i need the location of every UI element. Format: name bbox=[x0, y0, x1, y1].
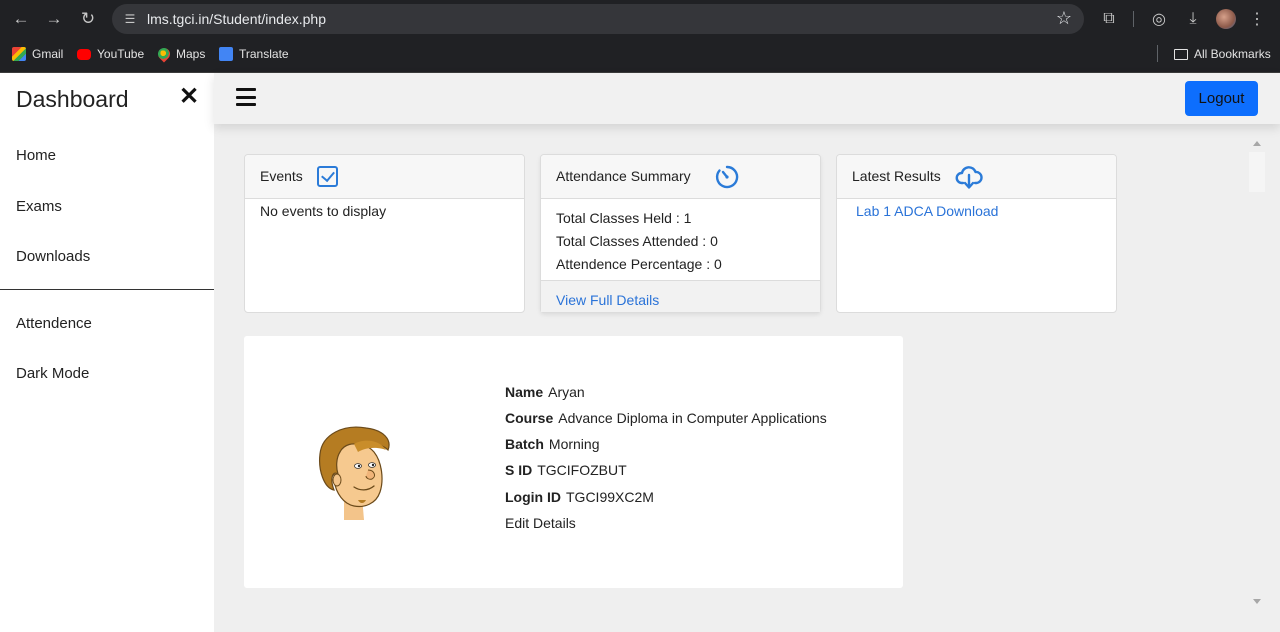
maps-icon bbox=[155, 45, 173, 63]
profile-course-value: Advance Diploma in Computer Applications bbox=[558, 410, 827, 426]
scrollbar-thumb[interactable] bbox=[1249, 152, 1265, 192]
back-icon[interactable]: ← bbox=[9, 7, 33, 31]
close-icon[interactable]: ✕ bbox=[179, 83, 199, 111]
profile-sid-label: S ID bbox=[505, 462, 533, 478]
address-bar[interactable]: ☰ lms.tgci.in/Student/index.php ☆ bbox=[112, 4, 1084, 34]
browser-toolbar: ← → ↻ ☰ lms.tgci.in/Student/index.php ☆ … bbox=[0, 0, 1280, 38]
profile-sid: S ID TGCIFOZBUT bbox=[505, 462, 627, 478]
top-navbar: Logout bbox=[214, 73, 1280, 124]
scroll-up-arrow-icon[interactable] bbox=[1253, 141, 1261, 146]
site-info-icon[interactable]: ☰ bbox=[122, 11, 138, 27]
menu-kebab-icon[interactable]: ⋮ bbox=[1246, 8, 1268, 30]
sidebar-divider bbox=[0, 289, 214, 290]
results-card: Latest Results Lab 1 ADCA Download bbox=[836, 154, 1117, 313]
bookmark-youtube[interactable]: YouTube bbox=[77, 47, 144, 61]
bookmark-label: YouTube bbox=[97, 47, 145, 61]
bookmark-label: Maps bbox=[176, 47, 206, 61]
view-full-details-link[interactable]: View Full Details bbox=[556, 292, 659, 308]
results-title: Latest Results bbox=[852, 168, 941, 184]
sidebar-item-attendence[interactable]: Attendence bbox=[16, 315, 92, 332]
sidebar-item-downloads[interactable]: Downloads bbox=[16, 248, 90, 265]
reload-icon[interactable]: ↻ bbox=[76, 7, 100, 31]
profile-course-label: Course bbox=[505, 410, 554, 426]
checkbox-icon bbox=[317, 166, 338, 187]
profile-card: Name Aryan Course Advance Diploma in Compu… bbox=[244, 336, 903, 588]
bookmark-translate[interactable]: Translate bbox=[219, 47, 289, 61]
gmail-icon bbox=[12, 47, 26, 61]
profile-batch-value: Morning bbox=[548, 436, 600, 452]
forward-icon[interactable]: → bbox=[42, 7, 66, 31]
timer-icon bbox=[715, 165, 739, 189]
sidebar-item-home[interactable]: Home bbox=[16, 147, 56, 164]
bookmark-gmail[interactable]: Gmail bbox=[12, 47, 63, 61]
profile-login-id-label: Login ID bbox=[505, 489, 561, 505]
attendance-classes-attended: Total Classes Attended : 0 bbox=[556, 233, 718, 249]
sidebar-item-exams[interactable]: Exams bbox=[16, 198, 62, 215]
toolbar-divider bbox=[1133, 11, 1134, 27]
events-empty-text: No events to display bbox=[260, 203, 387, 219]
attendance-card-footer: View Full Details bbox=[541, 280, 820, 312]
profile-sid-value: TGCIFOZBUT bbox=[537, 462, 627, 478]
profile-name: Name Aryan bbox=[505, 384, 585, 400]
bookmark-maps[interactable]: Maps bbox=[155, 45, 206, 63]
events-card: Events No events to display bbox=[244, 154, 525, 313]
all-bookmarks-button[interactable]: All Bookmarks bbox=[1174, 47, 1271, 61]
events-card-header: Events bbox=[245, 155, 524, 199]
youtube-icon bbox=[77, 48, 91, 60]
profile-course: Course Advance Diploma in Computer Applic… bbox=[505, 410, 827, 426]
all-bookmarks-label: All Bookmarks bbox=[1194, 47, 1271, 61]
sidebar-item-dark-mode[interactable]: Dark Mode bbox=[16, 365, 89, 382]
folder-icon bbox=[1174, 48, 1188, 60]
profile-batch-label: Batch bbox=[505, 436, 544, 452]
profile-avatar[interactable] bbox=[1216, 9, 1236, 29]
bookmark-star-icon[interactable]: ☆ bbox=[1056, 8, 1072, 29]
bookmark-label: Gmail bbox=[32, 47, 64, 61]
result-download-link[interactable]: Lab 1 ADCA Download bbox=[856, 203, 998, 219]
profile-name-label: Name bbox=[505, 384, 544, 400]
scroll-down-arrow-icon[interactable] bbox=[1253, 599, 1261, 604]
results-card-header: Latest Results bbox=[837, 155, 1116, 199]
profile-name-value: Aryan bbox=[548, 384, 585, 400]
translate-icon bbox=[219, 47, 233, 61]
profile-login-id-value: TGCI99XC2M bbox=[566, 489, 654, 505]
url-text[interactable]: lms.tgci.in/Student/index.php bbox=[147, 11, 326, 27]
sidebar-title: Dashboard bbox=[16, 86, 129, 112]
bookmarks-bar: Gmail YouTube Maps Translate All Bookmar… bbox=[0, 38, 1280, 73]
profile-login-id: Login ID TGCI99XC2M bbox=[505, 489, 654, 505]
extensions-icon[interactable]: ⧉ bbox=[1098, 8, 1120, 30]
bookmarks-divider bbox=[1157, 45, 1158, 62]
edit-details-link[interactable]: Edit Details bbox=[505, 515, 576, 531]
logout-button[interactable]: Logout bbox=[1185, 81, 1258, 116]
download-icon[interactable]: ⤓ bbox=[1182, 8, 1204, 30]
attendance-card: Attendance Summary Total Classes Held : … bbox=[540, 154, 821, 313]
attendance-card-header: Attendance Summary bbox=[541, 155, 820, 199]
sidebar: Dashboard ✕ Home Exams Downloads Attende… bbox=[0, 73, 214, 632]
avatar bbox=[319, 426, 390, 520]
cloud-download-icon bbox=[955, 166, 983, 189]
events-title: Events bbox=[260, 168, 303, 184]
attendance-title: Attendance Summary bbox=[556, 168, 691, 184]
profile-batch: Batch Morning bbox=[505, 436, 600, 452]
hamburger-menu-icon[interactable] bbox=[236, 88, 256, 106]
performance-icon[interactable]: ◎ bbox=[1148, 8, 1170, 30]
attendance-percentage: Attendence Percentage : 0 bbox=[556, 256, 722, 272]
bookmark-label: Translate bbox=[239, 47, 289, 61]
attendance-classes-held: Total Classes Held : 1 bbox=[556, 210, 692, 226]
